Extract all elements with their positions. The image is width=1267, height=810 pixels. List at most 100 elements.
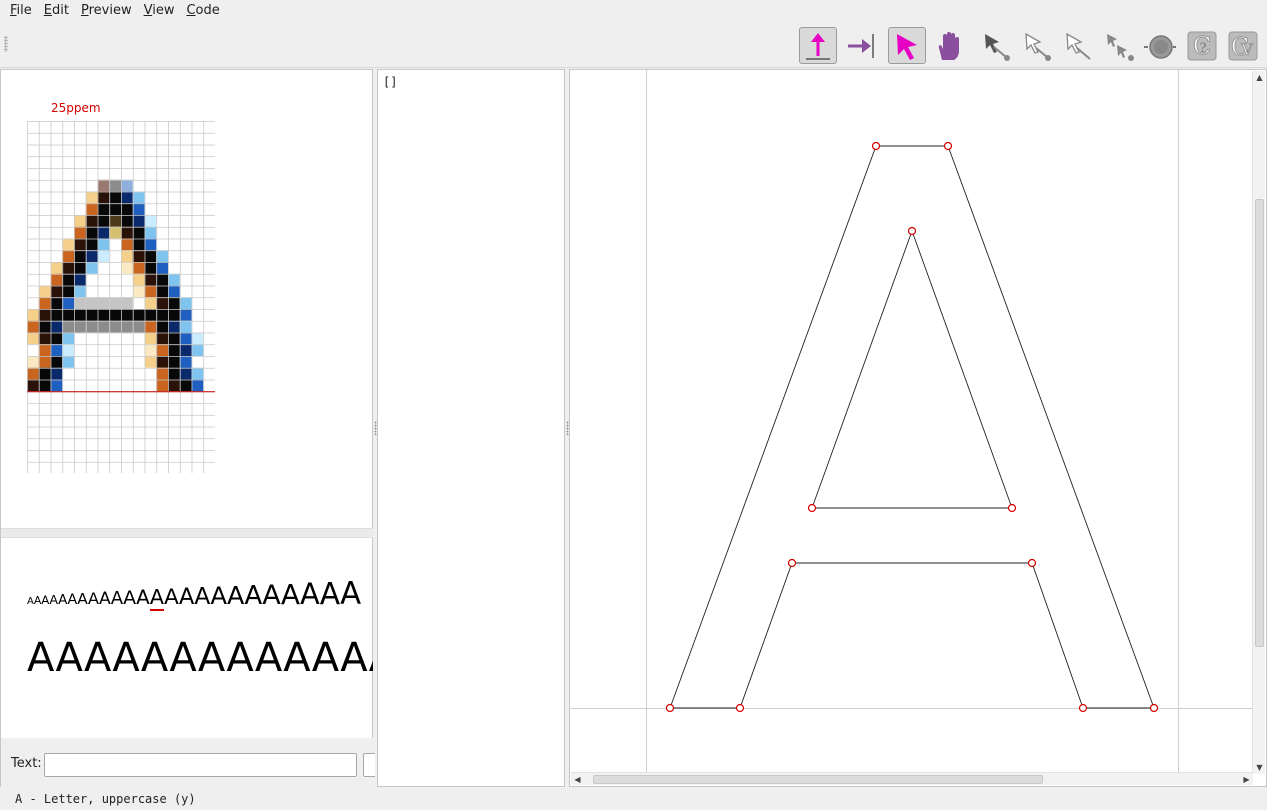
waterfall-glyph[interactable]: A [123, 587, 136, 609]
code-panel[interactable]: [] [377, 69, 565, 787]
waterfall-glyph[interactable]: A [194, 582, 210, 610]
cvt-control-button[interactable]: C ? [1183, 27, 1221, 64]
raster-pixel [121, 179, 133, 192]
waterfall-glyph[interactable]: A [49, 592, 58, 607]
raster-pixel [132, 226, 145, 239]
menu-preview[interactable]: Preview [75, 0, 138, 22]
waterfall-glyph[interactable]: A [88, 589, 99, 608]
code-text[interactable]: [] [383, 75, 397, 89]
outline-point[interactable] [871, 141, 881, 151]
hand-pan-icon [938, 31, 959, 60]
raster-pixel [168, 332, 180, 345]
waterfall-glyph[interactable]: A [340, 577, 361, 612]
menu-file[interactable]: File [4, 0, 38, 22]
glyph-canvas[interactable] [570, 70, 1253, 773]
raster-pixel [132, 191, 145, 204]
raster-pixel [144, 344, 157, 356]
waterfall-glyph[interactable]: A [244, 581, 262, 611]
text-input-option[interactable] [363, 753, 375, 777]
outline-point[interactable] [1007, 503, 1017, 513]
waterfall-glyph[interactable]: A [179, 584, 194, 610]
waterfall-glyph[interactable]: A [136, 586, 150, 609]
svg-text:V: V [1240, 40, 1253, 59]
raster-pixel [38, 297, 51, 309]
preview-panel: 25ppem AAAAAAAAAAAAAAAAAAAAAAAA AAAAAAAA… [0, 69, 375, 787]
waterfall-glyph[interactable]: A [67, 592, 77, 608]
waterfall-glyph[interactable]: A [262, 580, 281, 611]
raster-pixel [38, 285, 51, 298]
raster-pixel [168, 309, 180, 321]
horizontal-scrollbar[interactable]: ◀ ▶ [571, 772, 1253, 785]
raster-pixel [50, 285, 63, 298]
raster-pixel [38, 379, 51, 392]
raster-pixel [50, 344, 63, 356]
waterfall-glyph[interactable]: A [281, 578, 300, 611]
raster-pixel [38, 356, 51, 368]
pointer-arrow-icon [897, 33, 917, 60]
waterfall-glyph[interactable]: A [320, 577, 340, 612]
raster-pixel [156, 320, 168, 333]
scroll-right-icon[interactable]: ▶ [1240, 773, 1253, 786]
outline-point[interactable] [1027, 558, 1037, 568]
interpolate-tool-button[interactable] [1100, 27, 1138, 64]
raster-pixel [27, 356, 39, 368]
raster-pixel [179, 309, 192, 321]
waterfall-glyph[interactable]: A [149, 585, 164, 611]
toolbar-grip[interactable] [4, 36, 8, 52]
outline-point[interactable] [807, 503, 817, 513]
preview-divider[interactable] [1, 528, 373, 538]
pan-tool-button[interactable] [930, 27, 968, 64]
waterfall-glyph[interactable]: A [58, 592, 67, 608]
raster-pixel [168, 356, 180, 368]
raster-pixel [62, 285, 74, 298]
outline-point[interactable] [665, 703, 675, 713]
waterfall-glyph[interactable]: A [41, 593, 49, 607]
outline-point[interactable] [787, 558, 797, 568]
vertical-scrollbar[interactable]: ▲ ▼ [1252, 71, 1265, 774]
raster-pixel [62, 320, 74, 333]
menu-edit[interactable]: Edit [38, 0, 75, 22]
align-tool-button[interactable] [1059, 27, 1097, 64]
outline-point[interactable] [907, 226, 917, 236]
menu-code[interactable]: Code [180, 0, 225, 22]
glyph-view[interactable]: ▲ ▼ ◀ ▶ [569, 69, 1267, 787]
move-right-button[interactable] [841, 27, 879, 64]
waterfall-glyph[interactable]: A [27, 596, 34, 607]
waterfall-glyph[interactable]: A [34, 594, 41, 607]
raster-pixel [109, 203, 121, 215]
waterfall-glyph[interactable]: A [99, 589, 111, 609]
menu-view[interactable]: View [138, 0, 181, 22]
waterfall-glyph[interactable]: A [111, 588, 123, 609]
shift-tool-button[interactable] [1018, 27, 1056, 64]
raster-pixel [179, 332, 192, 345]
scroll-down-icon[interactable]: ▼ [1253, 761, 1266, 774]
scroll-left-icon[interactable]: ◀ [571, 773, 584, 786]
outline-point[interactable] [1149, 703, 1159, 713]
round-tool-button[interactable] [1141, 27, 1179, 64]
raster-pixel [109, 191, 121, 204]
raster-pixel [62, 262, 74, 274]
move-up-button[interactable] [799, 27, 837, 64]
outline-point[interactable] [1078, 703, 1088, 713]
large-preview-text: AAAAAAAAAAAAAAA [27, 635, 373, 681]
cvt-value-button[interactable]: C V [1224, 27, 1262, 64]
waterfall-glyph[interactable]: A [164, 585, 179, 610]
vertical-scroll-thumb[interactable] [1255, 199, 1264, 647]
raster-pixel [74, 309, 86, 321]
preview-text-input[interactable] [44, 753, 357, 777]
horizontal-scroll-thumb[interactable] [593, 775, 1043, 784]
interpolate-tool-icon [1107, 33, 1134, 61]
outline-point[interactable] [943, 141, 953, 151]
raster-pixel [144, 273, 157, 286]
ppem-label: 25ppem [51, 101, 101, 115]
scroll-up-icon[interactable]: ▲ [1253, 71, 1266, 84]
outline-point[interactable] [735, 703, 745, 713]
select-tool-button[interactable] [888, 27, 926, 64]
raster-pixel [132, 285, 145, 298]
raster-pixel [97, 203, 110, 215]
waterfall-glyph[interactable]: A [77, 590, 88, 608]
waterfall-glyph[interactable]: A [210, 581, 227, 610]
link-tool-button[interactable] [977, 27, 1015, 64]
waterfall-glyph[interactable]: A [300, 577, 320, 611]
waterfall-glyph[interactable]: A [227, 581, 244, 610]
